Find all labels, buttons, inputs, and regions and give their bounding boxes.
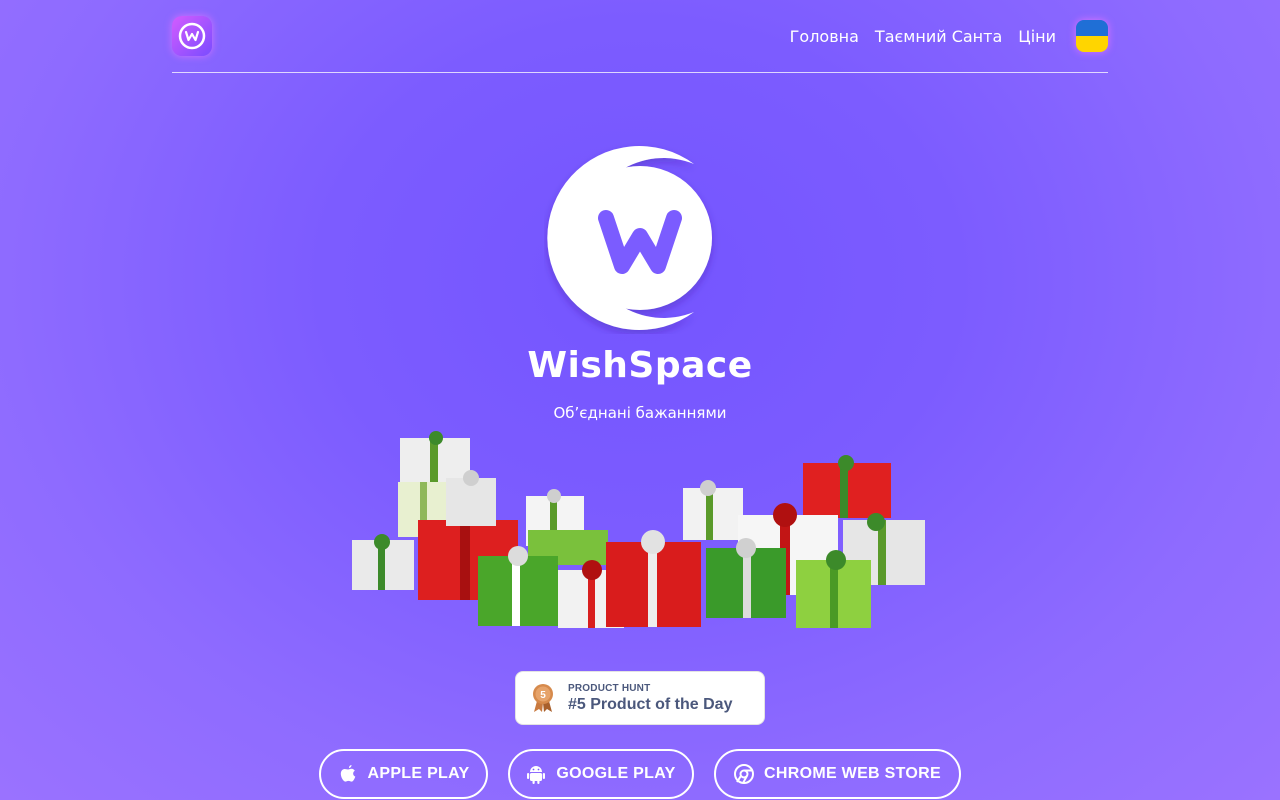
gift-boxes-illustration (352, 431, 925, 628)
medal-icon: 5 (533, 684, 553, 712)
apple-play-label: APPLE PLAY (367, 765, 470, 782)
nav-link-pricing[interactable]: Ціни (1018, 27, 1056, 46)
product-hunt-label: PRODUCT HUNT (568, 682, 651, 694)
chrome-web-store-button[interactable]: CHROME WEB STORE (714, 749, 961, 799)
product-hunt-title: #5 Product of the Day (568, 695, 733, 713)
chrome-web-store-label: CHROME WEB STORE (764, 765, 941, 782)
apple-icon (338, 764, 358, 784)
android-icon (526, 764, 546, 784)
product-hunt-badge[interactable]: 5 PRODUCT HUNT #5 Product of the Day (515, 671, 765, 725)
chrome-icon (734, 764, 755, 784)
nav-link-home[interactable]: Головна (790, 27, 859, 46)
apple-play-button[interactable]: APPLE PLAY (319, 749, 488, 799)
wishspace-logo-icon (178, 22, 206, 50)
medal-rank: 5 (540, 690, 546, 701)
google-play-button[interactable]: GOOGLE PLAY (508, 749, 694, 799)
brand-title: WishSpace (527, 345, 753, 386)
site-header: Головна Таємний Санта Ціни (172, 0, 1108, 73)
google-play-label: GOOGLE PLAY (556, 765, 676, 782)
nav-link-secret-santa[interactable]: Таємний Санта (875, 27, 1002, 46)
language-switcher[interactable] (1076, 20, 1108, 52)
logo-home-link[interactable] (172, 16, 212, 56)
tagline: Обʼєднані бажаннями (553, 404, 727, 422)
main-nav: Головна Таємний Санта Ціни (774, 18, 1108, 54)
wishspace-hero-logo-icon (547, 146, 712, 330)
ukraine-flag-icon (1076, 20, 1108, 36)
